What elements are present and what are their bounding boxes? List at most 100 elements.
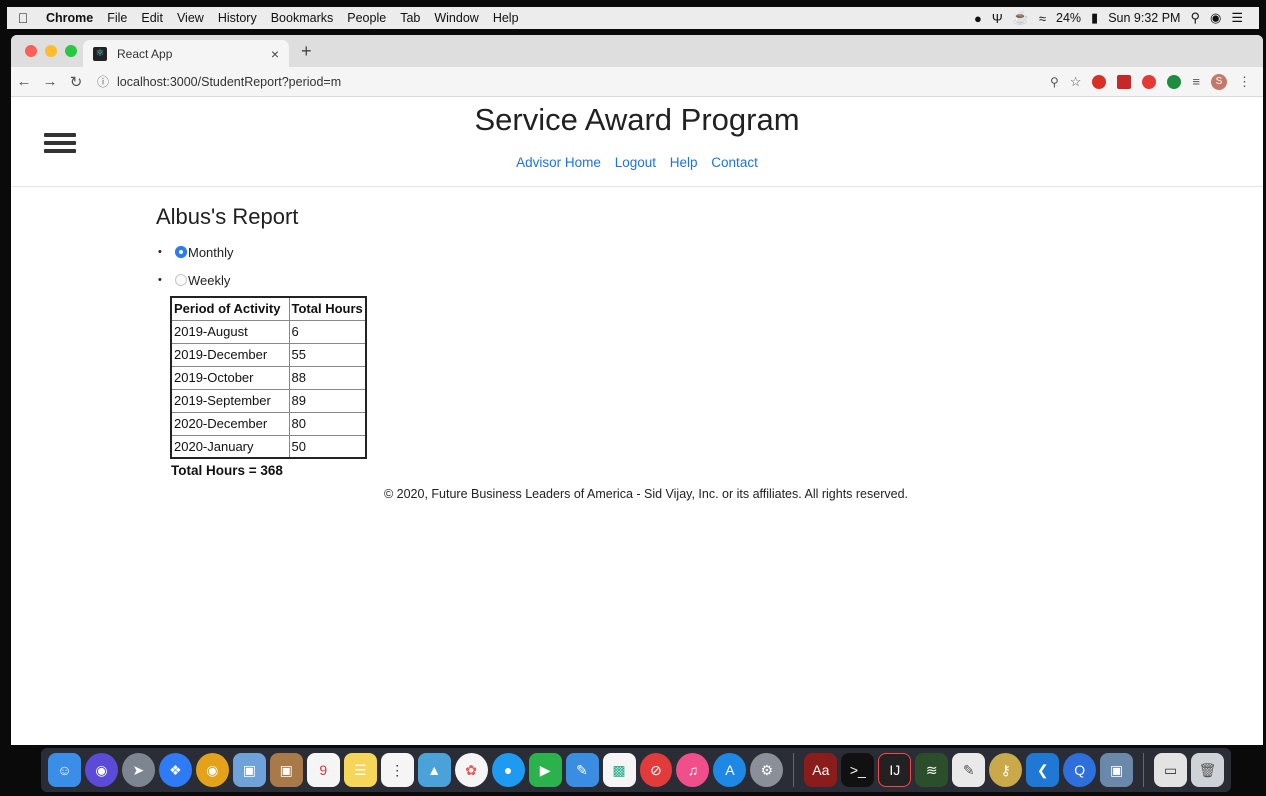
url-text: localhost:3000/StudentReport?period=m [117,74,342,89]
table-cell: 88 [288,365,367,390]
menu-help[interactable]: Help [486,11,526,25]
page-header: Service Award Program Advisor Home Logou… [11,97,1263,187]
table-cell: 2020-January [170,434,290,459]
profile-avatar[interactable]: S [1211,73,1227,90]
tab-strip: ⚛ React App × + [11,35,1263,67]
new-tab-icon[interactable]: + [301,41,312,62]
nav-contact[interactable]: Contact [711,155,758,170]
calendar-icon[interactable]: 9 [306,753,340,787]
address-bar[interactable]: ⓘ localhost:3000/StudentReport?period=m [97,73,341,90]
back-icon[interactable]: ← [11,73,37,90]
launchpad-icon[interactable]: ➤ [121,753,155,787]
battery-icon[interactable]: ▮ [1091,10,1098,26]
intellij-icon[interactable]: IJ [878,753,912,787]
table-row: 2020-December 80 [170,411,367,436]
radio-label-weekly: Weekly [188,272,231,288]
maps-icon[interactable]: ▲ [417,753,451,787]
menu-window[interactable]: Window [427,11,485,25]
preview-icon[interactable]: ▣ [1100,753,1134,787]
browser-toolbar: ← → ↻ ⓘ localhost:3000/StudentReport?per… [11,67,1263,97]
menu-edit[interactable]: Edit [134,11,170,25]
contacts-icon[interactable]: ▣ [269,753,303,787]
radio-weekly[interactable] [175,274,187,286]
period-option-weekly[interactable]: • Weekly [156,266,367,294]
terminal-icon[interactable]: >_ [841,753,875,787]
tab-close-icon[interactable]: × [271,46,279,62]
period-option-monthly[interactable]: • Monthly [156,238,367,266]
notes-icon[interactable]: ☰ [343,753,377,787]
app-store-icon[interactable]: A [713,753,747,787]
radio-monthly[interactable] [175,246,187,258]
report-table: Period of Activity Total Hours 2019-Augu… [170,296,367,459]
menu-people[interactable]: People [340,11,393,25]
table-row: 2019-October 88 [170,365,367,390]
menu-bookmarks[interactable]: Bookmarks [264,11,341,25]
notification-center-icon[interactable]: ☰ [1231,10,1243,26]
clock[interactable]: Sun 9:32 PM [1108,11,1180,25]
siri-dock-icon[interactable]: ◉ [84,753,118,787]
extensions-area: ⚲ ☆ ≡ S ⋮ [1050,73,1263,90]
activity-monitor-icon[interactable]: ≋ [915,753,949,787]
status-area: ● Ψ ☕ ≈ 24% ▮ Sun 9:32 PM ⚲ ◉ ☰ [974,10,1259,26]
table-header-row: Period of Activity Total Hours [170,296,367,321]
table-cell: 80 [288,411,367,436]
site-info-icon[interactable]: ⓘ [97,73,109,90]
key-icon[interactable]: ⚲ [1050,75,1059,89]
menu-tab[interactable]: Tab [393,11,427,25]
apple-icon[interactable]:  [7,10,39,26]
extension-shield-icon[interactable] [1142,74,1157,89]
minimize-window-icon[interactable] [45,45,57,57]
window-controls [25,45,77,57]
coffee-icon[interactable]: ☕ [1013,10,1029,26]
reload-icon[interactable]: ↻ [63,73,89,91]
browser-tab[interactable]: ⚛ React App × [83,40,289,67]
finder-icon[interactable]: ☺ [48,753,81,787]
spotlight-icon[interactable]: ⚲ [1190,10,1200,26]
location-icon[interactable]: ● [974,11,982,26]
photos-icon[interactable]: ✿ [454,753,488,787]
extension-red-icon[interactable] [1117,74,1132,89]
extension-green-icon[interactable] [1167,74,1182,89]
battery-percent[interactable]: 24% [1056,11,1081,25]
table-cell: 2019-October [170,365,290,390]
react-favicon-icon: ⚛ [93,46,107,61]
chrome-icon[interactable]: ◉ [195,753,229,787]
nav-advisor-home[interactable]: Advisor Home [516,155,601,170]
messages-icon[interactable]: ● [491,753,525,787]
bookmark-star-icon[interactable]: ☆ [1070,74,1082,90]
nav-help[interactable]: Help [670,155,698,170]
quicktime-icon[interactable]: Q [1063,753,1097,787]
maximize-window-icon[interactable] [65,45,77,57]
chrome-menu-icon[interactable]: ⋮ [1238,74,1251,90]
trash-icon[interactable]: 🗑 [1191,753,1225,787]
safari-icon[interactable]: ❖ [158,753,192,787]
downloads-stack-icon[interactable]: ▭ [1154,753,1188,787]
numbers-icon[interactable]: ▩ [602,753,636,787]
textedit-icon[interactable]: ✎ [952,753,986,787]
menu-file[interactable]: File [100,11,134,25]
dictionary-icon[interactable]: Aa [804,753,838,787]
photos-preview-icon[interactable]: ▣ [232,753,266,787]
wifi-icon[interactable]: ≈ [1039,11,1046,26]
facetime-icon[interactable]: ▶ [528,753,562,787]
reminders-icon[interactable]: ⋮ [380,753,414,787]
media-queue-icon[interactable]: ≡ [1192,74,1200,89]
menu-history[interactable]: History [211,11,264,25]
close-window-icon[interactable] [25,45,37,57]
system-preferences-icon[interactable]: ⚙ [750,753,784,787]
adblock-icon[interactable] [1092,74,1107,89]
siri-icon[interactable]: ◉ [1210,10,1221,26]
news-icon[interactable]: ⊘ [639,753,673,787]
pages-icon[interactable]: ✎ [565,753,599,787]
menu-chrome[interactable]: Chrome [39,11,100,25]
menu-view[interactable]: View [170,11,211,25]
tunnel-icon[interactable]: Ψ [992,11,1003,26]
period-options: • Monthly • Weekly [156,238,367,294]
footer-copyright: © 2020, Future Business Leaders of Ameri… [383,487,909,501]
forward-icon[interactable]: → [37,73,63,90]
music-icon[interactable]: ♫ [676,753,710,787]
vscode-icon[interactable]: ❮ [1026,753,1060,787]
keychain-icon[interactable]: ⚷ [989,753,1023,787]
report-title: Albus's Report [156,204,299,229]
nav-logout[interactable]: Logout [615,155,656,170]
